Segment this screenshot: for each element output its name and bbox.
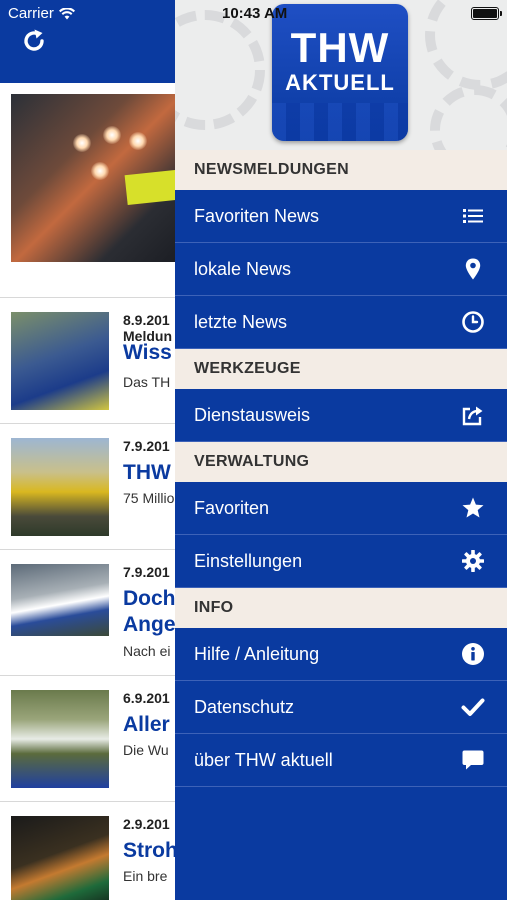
news-teaser: Die Wu <box>123 742 169 758</box>
menu-item-lokale-news[interactable]: lokale News <box>175 243 507 296</box>
featured-news-image <box>11 94 186 262</box>
menu-item-label: Einstellungen <box>194 550 303 571</box>
menu-item-letzte-news[interactable]: letzte News <box>175 296 507 349</box>
star-icon <box>461 496 485 520</box>
menu-item-label: Datenschutz <box>194 696 295 717</box>
menu-item-label: letzte News <box>194 311 288 332</box>
news-thumbnail <box>11 564 109 636</box>
news-title-line2: Ange <box>123 613 176 636</box>
news-title: Wiss <box>123 341 172 364</box>
news-title: Stroh <box>123 839 178 862</box>
menu-item-label: Hilfe / Anleitung <box>194 643 320 664</box>
clock-icon <box>461 310 485 334</box>
news-date: 7.9.201 <box>123 564 170 580</box>
news-date: 8.9.201 <box>123 312 170 328</box>
news-title: Doch <box>123 587 176 610</box>
menu-item-dienstausweis[interactable]: Dienstausweis <box>175 389 507 442</box>
status-time: 10:43 AM <box>222 5 288 22</box>
section-header-werkzeuge: WERKZEUGE <box>175 349 507 389</box>
menu-item-label: Dienstausweis <box>194 404 311 425</box>
menu-item-favoriten-news[interactable]: Favoriten News <box>175 190 507 243</box>
menu-item-label: über THW aktuell <box>194 749 333 770</box>
list-icon <box>461 204 485 228</box>
gear-icon <box>461 549 485 573</box>
news-thumbnail <box>11 312 109 410</box>
refresh-icon[interactable] <box>20 27 48 55</box>
news-thumbnail <box>11 690 109 788</box>
news-teaser: Das TH <box>123 374 171 390</box>
menu-item-favoriten[interactable]: Favoriten <box>175 482 507 535</box>
menu-item-ueber-thw-aktuell[interactable]: über THW aktuell <box>175 734 507 787</box>
battery-icon <box>471 7 502 20</box>
news-thumbnail <box>11 816 109 900</box>
news-date: 7.9.201 <box>123 438 170 454</box>
section-header-verwaltung: VERWALTUNG <box>175 442 507 482</box>
speech-bubble-icon <box>461 748 485 772</box>
status-bar: Carrier 10:43 AM <box>0 0 507 28</box>
wifi-icon <box>58 7 75 19</box>
news-teaser: Ein bre <box>123 868 168 884</box>
carrier-label: Carrier <box>8 5 54 22</box>
news-date: 6.9.201 <box>123 690 170 706</box>
location-pin-icon <box>461 257 485 281</box>
menu-item-hilfe-anleitung[interactable]: Hilfe / Anleitung <box>175 628 507 681</box>
side-menu: THW AKTUELL NEWSMELDUNGEN Favoriten News… <box>175 0 507 900</box>
info-icon <box>461 642 485 666</box>
news-title: THW <box>123 461 171 484</box>
carrier-indicator: Carrier <box>8 5 75 22</box>
menu-item-datenschutz[interactable]: Datenschutz <box>175 681 507 734</box>
news-teaser: Nach ei <box>123 643 171 659</box>
menu-item-label: Favoriten <box>194 497 270 518</box>
section-header-newsmeldungen: NEWSMELDUNGEN <box>175 150 507 190</box>
section-header-info: INFO <box>175 588 507 628</box>
menu-item-einstellungen[interactable]: Einstellungen <box>175 535 507 588</box>
news-teaser: 75 Millio <box>123 490 175 506</box>
news-date: 2.9.201 <box>123 816 170 832</box>
news-title: Aller <box>123 713 170 736</box>
share-icon <box>461 403 485 427</box>
menu-item-label: Favoriten News <box>194 205 320 226</box>
checkmark-icon <box>461 695 485 719</box>
menu-item-label: lokale News <box>194 258 292 279</box>
news-thumbnail <box>11 438 109 536</box>
